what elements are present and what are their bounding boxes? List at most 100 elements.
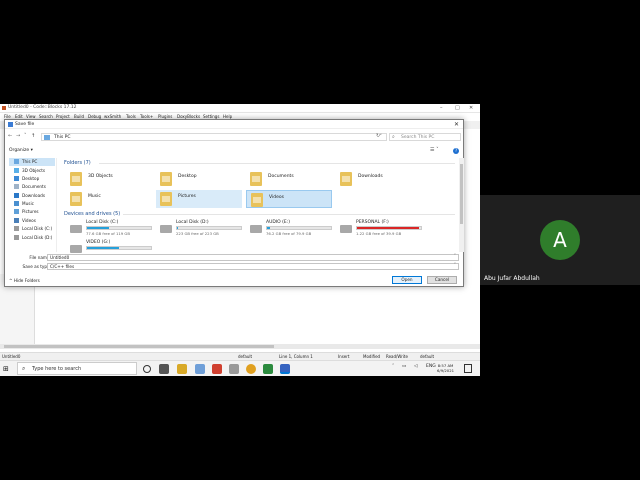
windows-taskbar: ⊞ ⌕ Type here to search ˄ ▭ ◁ ENG 8:57 A… — [0, 360, 480, 376]
nav-item-music[interactable]: Music — [9, 200, 55, 208]
scrollbar-thumb[interactable] — [4, 345, 274, 348]
folder-videos[interactable]: Videos — [246, 190, 332, 208]
maximize-icon[interactable]: □ — [455, 105, 460, 111]
forward-arrow-icon[interactable]: → — [16, 133, 20, 139]
close-icon[interactable]: ✕ — [454, 121, 459, 128]
taskbar-clock[interactable]: 8:57 AM 6/9/2021 — [437, 363, 454, 373]
nav-item-desktop[interactable]: Desktop — [9, 175, 55, 183]
drive-icon — [340, 225, 352, 233]
search-icon: ⌕ — [392, 134, 395, 140]
folder-desktop[interactable]: Desktop — [156, 170, 242, 188]
clock-date: 6/9/2021 — [437, 368, 455, 373]
folders-group-header[interactable]: Folders (7) — [64, 160, 91, 166]
close-icon[interactable]: ✕ — [469, 105, 473, 111]
folder-icon — [340, 172, 352, 186]
nav-item-downloads[interactable]: Downloads — [9, 192, 55, 200]
open-button[interactable]: Open — [392, 276, 422, 284]
store-icon[interactable] — [195, 364, 205, 374]
office-icon[interactable] — [212, 364, 222, 374]
dialog-title: Save file — [15, 122, 35, 127]
drive-d[interactable]: Local Disk (D:) 223 GB free of 223 GB — [156, 219, 242, 243]
app-icon[interactable] — [229, 364, 239, 374]
codeblocks-statusbar: Untitled0 default Line 1, Column 1 Inser… — [0, 352, 480, 360]
hide-folders-button[interactable]: ^ Hide Folders — [9, 278, 40, 283]
picture-icon — [14, 209, 19, 214]
nav-item-pictures[interactable]: Pictures — [9, 208, 55, 216]
file-explorer-icon[interactable] — [177, 364, 187, 374]
help-icon[interactable]: ? — [453, 148, 459, 154]
folder-3d-objects[interactable]: 3D Objects — [66, 170, 152, 188]
drive-usage-bar — [266, 226, 332, 230]
nav-item-3d-objects[interactable]: 3D Objects — [9, 167, 55, 175]
status-position: Line 1, Column 1 — [279, 354, 313, 359]
drive-usage-fill — [87, 227, 110, 229]
view-options-icon[interactable]: ☰ ˅ — [430, 147, 439, 153]
organize-button[interactable]: Organize ▾ — [9, 148, 33, 153]
drive-icon — [160, 225, 172, 233]
notification-icon[interactable] — [464, 364, 472, 373]
back-arrow-icon[interactable]: ← — [8, 133, 12, 139]
app-icon[interactable] — [263, 364, 273, 374]
codeblocks-taskbar-icon[interactable] — [280, 364, 290, 374]
drive-usage-bar — [356, 226, 422, 230]
folder-documents[interactable]: Documents — [246, 170, 332, 188]
nav-item-local-disk-c[interactable]: Local Disk (C:) — [9, 225, 55, 233]
chevron-down-icon[interactable]: ˅ — [454, 254, 456, 259]
chevron-up-icon[interactable]: ˄ — [392, 364, 394, 369]
volume-icon[interactable]: ◁ — [414, 364, 417, 369]
scrollbar-thumb[interactable] — [460, 164, 463, 224]
folder-downloads[interactable]: Downloads — [336, 170, 422, 188]
drive-icon — [14, 235, 19, 240]
status-readwrite: Read/Write — [386, 354, 408, 359]
task-view-icon[interactable] — [159, 364, 169, 374]
document-icon — [14, 184, 19, 189]
divider — [123, 214, 455, 215]
windows-start-icon[interactable]: ⊞ — [3, 365, 9, 373]
drive-icon — [70, 225, 82, 233]
save-dialog-icon — [8, 122, 13, 127]
minimize-icon[interactable]: – — [440, 105, 443, 111]
status-insert: Insert — [338, 354, 350, 359]
folder-icon — [250, 172, 262, 186]
dialog-titlebar: Save file ✕ — [5, 120, 463, 129]
chevron-down-icon[interactable]: ˅ — [454, 263, 456, 268]
folder-icon — [70, 192, 82, 206]
drive-icon — [14, 226, 19, 231]
drive-e[interactable]: AUDIO (E:) 76.2 GB free of 79.9 GB — [246, 219, 332, 243]
folder-icon — [160, 172, 172, 186]
horizontal-scrollbar[interactable] — [0, 344, 480, 349]
nav-item-this-pc[interactable]: This PC — [9, 158, 55, 166]
savetype-select[interactable]: C/C++ files ˅ — [47, 263, 459, 270]
address-bar[interactable]: This PC ˅ — [41, 133, 387, 141]
cancel-button[interactable]: Cancel — [427, 276, 457, 284]
folder-music[interactable]: Music — [66, 190, 152, 208]
download-icon — [14, 193, 19, 198]
input-language[interactable]: ENG — [426, 364, 436, 369]
address-row: ← → ˅ ↑ This PC ˅ ↻ ⌕ Search This PC — [5, 132, 463, 142]
filename-input[interactable]: Untitled0 ˅ — [47, 254, 459, 261]
cortana-icon[interactable] — [143, 365, 151, 373]
chevron-down-icon[interactable]: ˅ — [24, 133, 27, 139]
drives-group-header[interactable]: Devices and drives (5) — [64, 211, 120, 217]
status-file: Untitled0 — [2, 354, 21, 359]
drive-f[interactable]: PERSONAL (F:) 1.22 GB free of 39.9 GB — [336, 219, 422, 243]
drive-usage-fill — [357, 227, 420, 229]
taskbar-search[interactable]: ⌕ Type here to search — [17, 362, 137, 375]
vertical-scrollbar[interactable] — [459, 158, 464, 252]
drive-icon — [70, 245, 82, 253]
search-field[interactable]: ⌕ Search This PC — [389, 133, 461, 141]
up-arrow-icon[interactable]: ↑ — [31, 133, 35, 139]
chrome-icon[interactable] — [246, 364, 256, 374]
music-icon — [14, 201, 19, 206]
drive-usage-bar — [176, 226, 242, 230]
nav-item-videos[interactable]: Videos — [9, 217, 55, 225]
network-icon[interactable]: ▭ — [402, 364, 406, 369]
refresh-icon[interactable]: ↻ — [376, 133, 380, 139]
nav-item-documents[interactable]: Documents — [9, 183, 55, 191]
drive-g[interactable]: VIDEO (G:) — [66, 239, 152, 253]
participant-avatar: A — [540, 220, 580, 260]
nav-item-local-disk-d[interactable]: Local Disk (D:) — [9, 234, 55, 242]
save-file-dialog: Save file ✕ ← → ˅ ↑ This PC ˅ ↻ ⌕ Search… — [4, 119, 464, 287]
participant-name: Abu Jufar Abdullah — [484, 275, 540, 282]
folder-pictures[interactable]: Pictures — [156, 190, 242, 208]
